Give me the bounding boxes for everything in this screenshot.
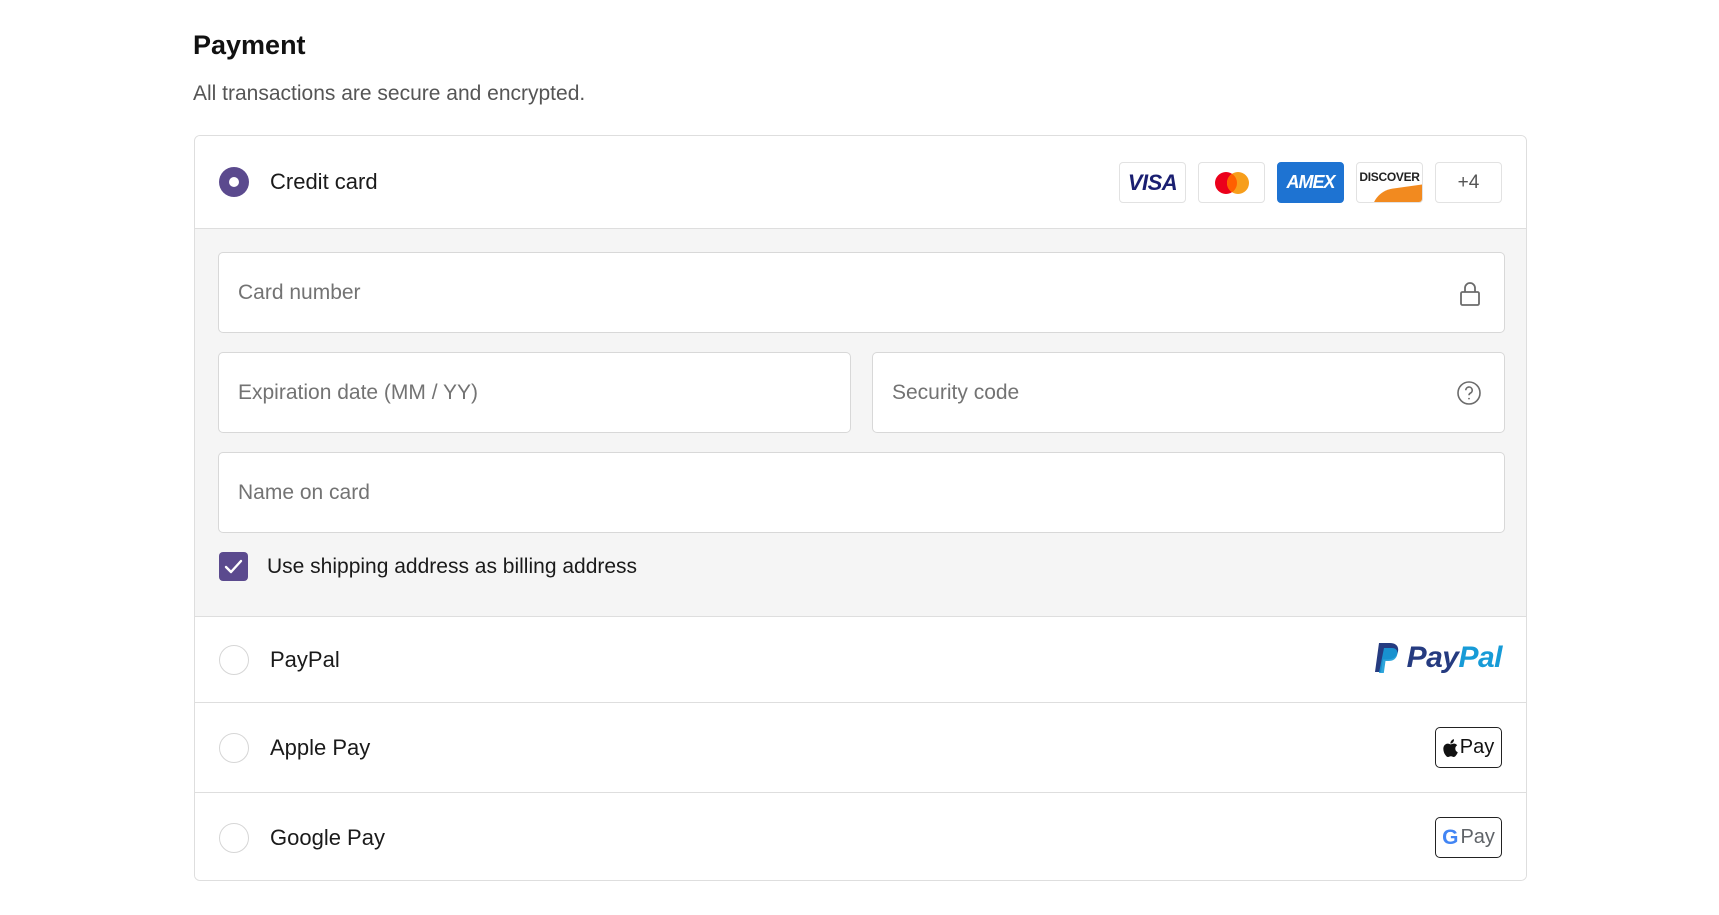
google-pay-badge-text: Pay [1460, 826, 1495, 848]
visa-logo: VISA [1119, 162, 1186, 203]
payment-option-paypal[interactable]: PayPal PayPal [195, 616, 1526, 703]
billing-address-checkbox[interactable] [219, 552, 248, 581]
credit-card-radio[interactable] [219, 167, 249, 197]
help-circle-icon[interactable] [1456, 380, 1482, 406]
name-on-card-field [218, 452, 1505, 533]
apple-icon [1443, 738, 1458, 757]
payment-title: Payment [193, 30, 306, 60]
mastercard-logo [1198, 162, 1265, 203]
discover-logo: DISCOVER [1356, 162, 1423, 203]
lock-icon [1460, 282, 1480, 306]
apple-pay-badge-text: Pay [1459, 736, 1495, 758]
credit-card-label: Credit card [270, 169, 378, 194]
paypal-p-icon [1374, 643, 1398, 673]
amex-logo: AMEX [1277, 162, 1344, 203]
billing-address-checkbox-row[interactable]: Use shipping address as billing address [219, 552, 637, 581]
paypal-radio[interactable] [219, 644, 249, 675]
payment-option-apple-pay[interactable]: Apple Pay Pay [195, 703, 1526, 793]
google-pay-label: Google Pay [270, 824, 385, 850]
payment-option-credit-card[interactable]: Credit card VISA AMEX DISCOVER +4 [195, 136, 1526, 229]
billing-address-label: Use shipping address as billing address [267, 554, 638, 578]
expiration-date-input[interactable] [219, 353, 850, 432]
payment-methods-panel: Credit card VISA AMEX DISCOVER +4 Card n… [194, 135, 1527, 881]
security-code-field [872, 352, 1505, 433]
google-pay-badge: G Pay [1435, 817, 1502, 858]
paypal-label: PayPal [270, 646, 340, 672]
card-number-input[interactable] [219, 253, 1504, 332]
paypal-logo: PayPal [1373, 641, 1502, 675]
apple-pay-badge: Pay [1435, 727, 1502, 768]
payment-subtitle: All transactions are secure and encrypte… [193, 82, 586, 105]
apple-pay-label: Apple Pay [270, 734, 371, 760]
name-on-card-input[interactable] [219, 453, 1504, 532]
security-code-input[interactable] [873, 353, 1504, 432]
credit-card-form: Use shipping address as billing address [195, 229, 1526, 616]
expiration-date-field [218, 352, 851, 433]
apple-pay-radio[interactable] [219, 732, 249, 763]
checkmark-icon [224, 559, 243, 574]
payment-option-google-pay[interactable]: Google Pay G Pay [195, 793, 1526, 880]
more-card-brands-badge: +4 [1435, 162, 1502, 203]
card-brand-list: VISA AMEX DISCOVER +4 [1119, 162, 1502, 203]
google-pay-radio[interactable] [219, 822, 249, 853]
google-g-icon: G [1442, 825, 1459, 849]
card-number-field [218, 252, 1505, 333]
